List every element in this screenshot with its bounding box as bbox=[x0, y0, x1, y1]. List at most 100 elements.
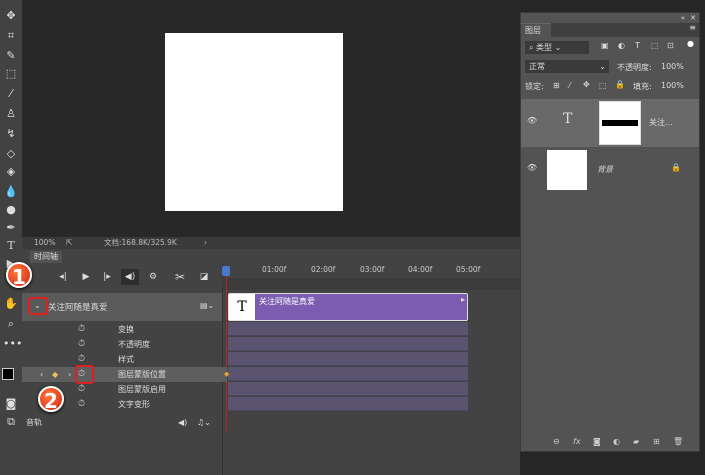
play-icon[interactable]: ▶ bbox=[77, 269, 95, 285]
work-area-bar[interactable] bbox=[222, 278, 520, 290]
stopwatch-icon[interactable]: ⏱ bbox=[78, 382, 85, 397]
filter-pixel-icon[interactable]: ▣ bbox=[601, 41, 609, 50]
layer-name[interactable]: 关注... bbox=[649, 117, 673, 128]
layer-row-text[interactable]: 👁 T 关注... bbox=[521, 99, 699, 147]
close-panel-icon[interactable]: ✕ bbox=[690, 14, 696, 22]
property-track[interactable] bbox=[228, 337, 468, 351]
move-tool-icon[interactable]: ✥ bbox=[3, 8, 19, 24]
zoom-level[interactable]: 100% bbox=[34, 237, 55, 249]
layer-clip[interactable]: T 关注阿随是真爱 ▸ bbox=[228, 293, 468, 321]
brush-tool-icon[interactable]: ⁄ bbox=[3, 86, 19, 102]
clip-menu-icon[interactable]: ▸ bbox=[461, 295, 465, 304]
foreground-color[interactable] bbox=[2, 368, 14, 380]
export-icon[interactable]: ⇱ bbox=[66, 237, 72, 249]
tab-timeline[interactable]: 时间轴 bbox=[30, 251, 62, 263]
dodge-tool-icon[interactable]: ● bbox=[3, 202, 19, 218]
property-track[interactable] bbox=[228, 322, 468, 336]
layer-track-header[interactable]: ⌄ 关注阿随是真爱 ▤⌄ bbox=[22, 293, 222, 321]
playhead-handle[interactable] bbox=[222, 266, 230, 276]
stamp-tool-icon[interactable]: ♙ bbox=[3, 106, 19, 122]
visibility-eye-icon[interactable]: 👁 bbox=[527, 116, 537, 125]
layer-row-background[interactable]: 👁 背景 🔒 bbox=[521, 148, 699, 192]
property-track[interactable] bbox=[228, 397, 468, 411]
next-keyframe-icon[interactable]: › bbox=[68, 367, 71, 382]
fill-label: 填充: bbox=[633, 82, 652, 91]
prev-keyframe-icon[interactable]: ‹ bbox=[40, 367, 43, 382]
fx-icon[interactable]: fx bbox=[573, 433, 581, 451]
more-tools-icon[interactable]: ••• bbox=[3, 336, 22, 352]
tick: 03:00f bbox=[360, 265, 385, 274]
filter-type-select[interactable]: ⌕ 类型 ⌄ bbox=[525, 41, 589, 54]
pen-tool-icon[interactable]: ✒ bbox=[3, 220, 19, 236]
stopwatch-icon[interactable]: ⏱ bbox=[78, 322, 85, 337]
type-tool-icon[interactable]: T bbox=[3, 238, 19, 254]
marquee-tool-icon[interactable]: ⬚ bbox=[3, 66, 19, 82]
tick: 02:00f bbox=[311, 265, 336, 274]
hand-tool-icon[interactable]: ✋ bbox=[3, 296, 19, 312]
opacity-field[interactable]: 100% bbox=[661, 62, 684, 71]
property-track[interactable] bbox=[228, 352, 468, 366]
bucket-tool-icon[interactable]: ◈ bbox=[3, 164, 19, 180]
property-row[interactable]: ⏱ 不透明度 bbox=[22, 337, 227, 352]
screen-mode-icon[interactable]: ⧉ bbox=[3, 414, 19, 430]
highlight-box-1 bbox=[28, 297, 48, 315]
split-scissors-icon[interactable]: ✂ bbox=[171, 269, 189, 285]
filter-type-icon[interactable]: T bbox=[635, 41, 640, 50]
quick-mask-icon[interactable]: ◙ bbox=[3, 396, 19, 412]
blur-tool-icon[interactable]: 💧 bbox=[3, 184, 19, 200]
link-layers-icon[interactable]: ⊖ bbox=[553, 433, 560, 451]
layer-mask-thumbnail[interactable] bbox=[599, 101, 641, 145]
audio-toggle-icon[interactable]: ◀) bbox=[121, 269, 139, 285]
stopwatch-icon[interactable]: ⏱ bbox=[78, 397, 85, 412]
delete-layer-icon[interactable]: 🗑 bbox=[673, 433, 683, 451]
property-track[interactable] bbox=[228, 382, 468, 396]
next-frame-icon[interactable]: |▸ bbox=[98, 269, 116, 285]
transition-icon[interactable]: ◪ bbox=[195, 269, 213, 285]
lock-artboard-icon[interactable]: ⬚ bbox=[599, 81, 607, 90]
tick: 04:00f bbox=[408, 265, 433, 274]
film-icon[interactable]: ▤⌄ bbox=[200, 301, 214, 310]
lock-position-icon[interactable]: ✥ bbox=[583, 80, 590, 89]
eyedropper-tool-icon[interactable]: ✎ bbox=[3, 48, 19, 64]
crop-tool-icon[interactable]: ⌗ bbox=[3, 28, 19, 44]
new-layer-icon[interactable]: ⊞ bbox=[653, 433, 660, 451]
lock-all-icon[interactable]: 🔒 bbox=[615, 80, 625, 89]
document-canvas[interactable] bbox=[165, 33, 343, 211]
lock-brush-icon[interactable]: ⁄ bbox=[569, 81, 570, 90]
layer-name[interactable]: 背景 bbox=[597, 164, 613, 175]
blend-mode-select[interactable]: 正常 ⌄ bbox=[525, 60, 609, 73]
prev-frame-icon[interactable]: ◂| bbox=[54, 269, 72, 285]
fill-field[interactable]: 100% bbox=[661, 81, 684, 90]
new-group-icon[interactable]: ▰ bbox=[633, 433, 639, 451]
filter-toggle-icon[interactable]: ● bbox=[687, 39, 694, 48]
eraser-tool-icon[interactable]: ◇ bbox=[3, 146, 19, 162]
panel-menu-icon[interactable]: ≡ bbox=[689, 23, 696, 32]
audio-mute-icon[interactable]: ◀) bbox=[178, 415, 187, 431]
settings-icon[interactable]: ⚙ bbox=[144, 269, 162, 285]
collapse-icon[interactable]: « bbox=[681, 14, 685, 22]
add-keyframe-icon[interactable]: ◆ bbox=[52, 367, 58, 382]
stopwatch-icon[interactable]: ⏱ bbox=[78, 337, 85, 352]
filter-shape-icon[interactable]: ⬚ bbox=[651, 41, 659, 50]
text-layer-icon: T bbox=[563, 111, 573, 127]
annotation-badge-2: 2 bbox=[38, 386, 64, 413]
tab-layers[interactable]: 图层 bbox=[521, 23, 551, 37]
music-note-icon[interactable]: ♫⌄ bbox=[197, 415, 211, 431]
add-mask-icon[interactable]: ◙ bbox=[593, 433, 601, 451]
status-arrow-icon[interactable]: › bbox=[204, 237, 207, 249]
filter-adjust-icon[interactable]: ◐ bbox=[618, 41, 625, 50]
property-row[interactable]: ⏱ 变换 bbox=[22, 322, 227, 337]
filter-smart-icon[interactable]: ⊡ bbox=[667, 41, 674, 50]
adjustment-layer-icon[interactable]: ◐ bbox=[613, 433, 620, 451]
property-track[interactable] bbox=[228, 367, 468, 381]
keyframe-marker[interactable]: ◆ bbox=[224, 370, 229, 378]
lock-pixels-icon[interactable]: ⊞ bbox=[553, 81, 560, 90]
visibility-eye-icon[interactable]: 👁 bbox=[527, 163, 537, 172]
zoom-tool-icon[interactable]: ⌕ bbox=[3, 316, 19, 332]
opacity-label: 不透明度: bbox=[617, 63, 652, 72]
property-row-selected[interactable]: ‹ ◆ › ⏱ 图层蒙版位置 bbox=[22, 367, 227, 382]
annotation-badge-1: 1 bbox=[6, 262, 32, 289]
highlight-box-2 bbox=[75, 365, 94, 384]
property-row[interactable]: ⏱ 样式 bbox=[22, 352, 227, 367]
history-brush-icon[interactable]: ↯ bbox=[3, 126, 19, 142]
